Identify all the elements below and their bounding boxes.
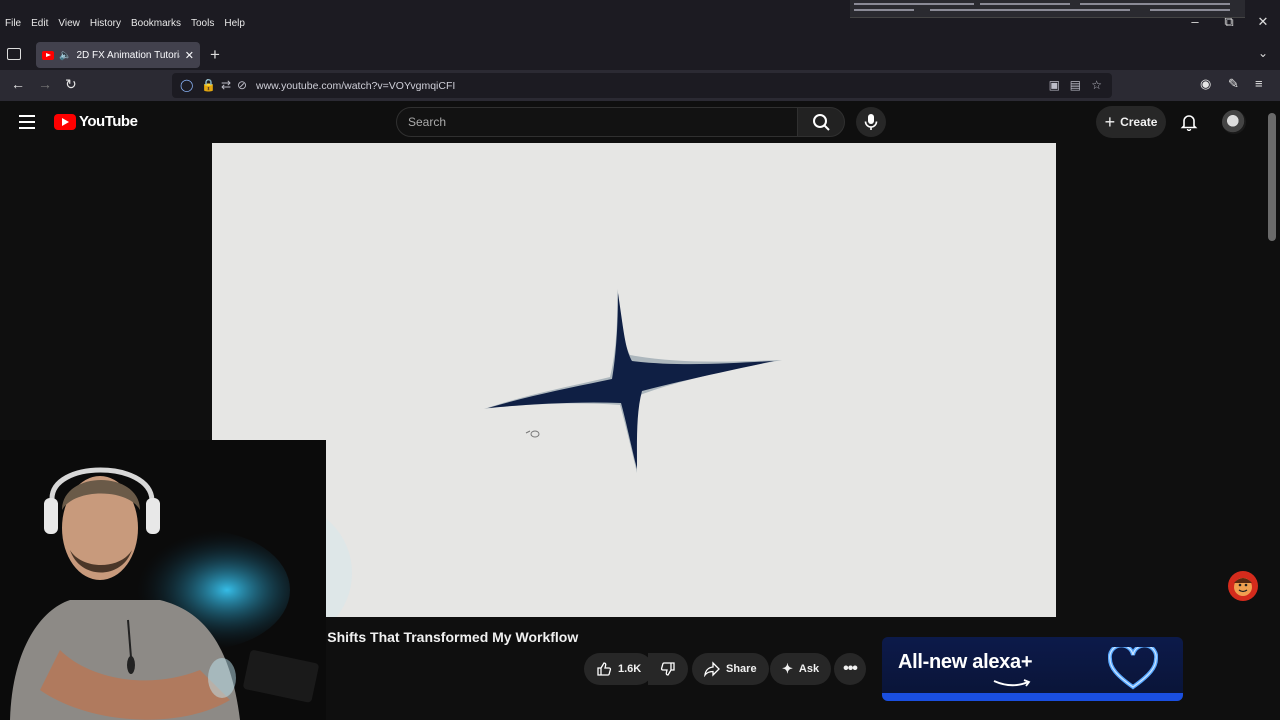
microphone-icon <box>864 114 878 130</box>
chevron-down-icon[interactable]: ⌄ <box>1258 46 1268 60</box>
tab-list-icon[interactable] <box>7 48 21 60</box>
close-tab-icon[interactable]: ✕ <box>185 49 194 62</box>
ad-underline <box>882 693 1183 701</box>
video-frame-artwork <box>212 289 782 617</box>
close-window-icon[interactable]: ✕ <box>1246 14 1280 30</box>
ask-button[interactable]: ✦ Ask <box>770 653 832 685</box>
reload-icon[interactable]: ↻ <box>65 76 77 93</box>
more-actions-button[interactable]: ••• <box>834 653 866 685</box>
ad-headline: All-new alexa+ <box>898 651 1033 673</box>
reader-view-icon[interactable]: ▤ <box>1070 78 1081 92</box>
speaker-icon[interactable]: 🔈 <box>59 50 71 61</box>
forward-icon[interactable]: → <box>38 76 52 92</box>
thumbs-down-icon <box>660 662 675 676</box>
url-text[interactable]: www.youtube.com/watch?v=VOYvgmqiCFI <box>256 80 455 92</box>
share-label: Share <box>726 663 757 675</box>
webcam-overlay <box>0 440 326 720</box>
share-button[interactable]: Share <box>692 653 769 685</box>
ask-label: Ask <box>798 663 820 675</box>
nav-bar: ← → ↻ ◯ 🔒 ⇄ ⊘ www.youtube.com/watch?v=VO… <box>0 70 1280 101</box>
voice-search-button[interactable] <box>856 107 886 137</box>
create-button[interactable]: + Create <box>1096 106 1166 138</box>
sparkle-icon: ✦ <box>782 661 793 676</box>
menu-view[interactable]: View <box>57 18 81 29</box>
heart-icon <box>1108 647 1158 690</box>
youtube-logo[interactable]: YouTube <box>54 113 138 130</box>
menu-bookmarks[interactable]: Bookmarks <box>130 18 182 29</box>
menu-tools[interactable]: Tools <box>190 18 215 29</box>
extensions-icon[interactable]: ✎ <box>1228 76 1239 92</box>
window-controls: – ⧉ ✕ <box>1178 14 1280 30</box>
search-icon <box>813 114 830 131</box>
menu-history[interactable]: History <box>89 18 122 29</box>
tab-bar: 🔈 2D FX Animation Tutorial: 6 ✕ + ⌄ <box>0 38 1280 70</box>
face-icon <box>1234 578 1252 596</box>
autoplay-blocked-icon[interactable]: ⊘ <box>237 78 247 92</box>
shield-icon[interactable]: ◯ <box>180 78 193 92</box>
new-tab-icon[interactable]: + <box>210 45 220 65</box>
browser-menubar: File Edit View History Bookmarks Tools H… <box>0 0 1280 38</box>
youtube-header: YouTube + Create <box>0 101 1280 143</box>
restore-icon[interactable]: ⧉ <box>1212 14 1246 30</box>
youtube-logo-text: YouTube <box>79 113 138 130</box>
like-count: 1.6K <box>618 663 642 675</box>
page-scrollbar[interactable] <box>1268 113 1276 241</box>
like-button[interactable]: 1.6K <box>584 653 654 685</box>
search-input[interactable] <box>397 108 797 136</box>
bookmark-star-icon[interactable]: ☆ <box>1091 78 1102 92</box>
smile-arrow-icon <box>993 679 1031 687</box>
ad-banner[interactable]: All-new alexa+ <box>882 637 1183 701</box>
menu-help[interactable]: Help <box>223 18 246 29</box>
hamburger-menu-icon[interactable] <box>19 115 35 133</box>
menu-list: File Edit View History Bookmarks Tools H… <box>4 18 246 29</box>
share-icon <box>704 661 720 677</box>
dislike-button[interactable] <box>648 653 688 685</box>
youtube-favicon-icon <box>42 50 54 60</box>
create-label: Create <box>1120 115 1158 129</box>
address-bar[interactable]: ◯ 🔒 ⇄ ⊘ www.youtube.com/watch?v=VOYvgmqi… <box>172 73 1112 98</box>
app-menu-icon[interactable]: ≡ <box>1255 76 1263 91</box>
more-icon: ••• <box>843 660 858 677</box>
avatar[interactable] <box>1222 110 1246 134</box>
tab-active[interactable]: 🔈 2D FX Animation Tutorial: 6 ✕ <box>36 42 200 68</box>
menu-file[interactable]: File <box>4 18 22 29</box>
search-button[interactable] <box>797 107 845 137</box>
video-player[interactable] <box>212 143 1056 617</box>
plus-icon: + <box>1104 111 1116 132</box>
menu-edit[interactable]: Edit <box>30 18 49 29</box>
emoji-badge-icon[interactable] <box>1228 571 1258 601</box>
thumbs-up-icon <box>597 662 612 676</box>
account-icon[interactable]: ◉ <box>1200 76 1211 92</box>
search-box <box>396 107 798 137</box>
lock-icon[interactable]: 🔒 <box>201 78 216 92</box>
back-icon[interactable]: ← <box>11 76 25 92</box>
permissions-icon[interactable]: ⇄ <box>221 78 231 92</box>
youtube-play-icon <box>54 113 76 130</box>
notifications-bell-icon[interactable] <box>1180 113 1198 131</box>
tab-title: 2D FX Animation Tutorial: 6 <box>76 49 180 61</box>
minimize-icon[interactable]: – <box>1178 14 1212 30</box>
picture-in-picture-icon[interactable]: ▣ <box>1049 78 1060 92</box>
